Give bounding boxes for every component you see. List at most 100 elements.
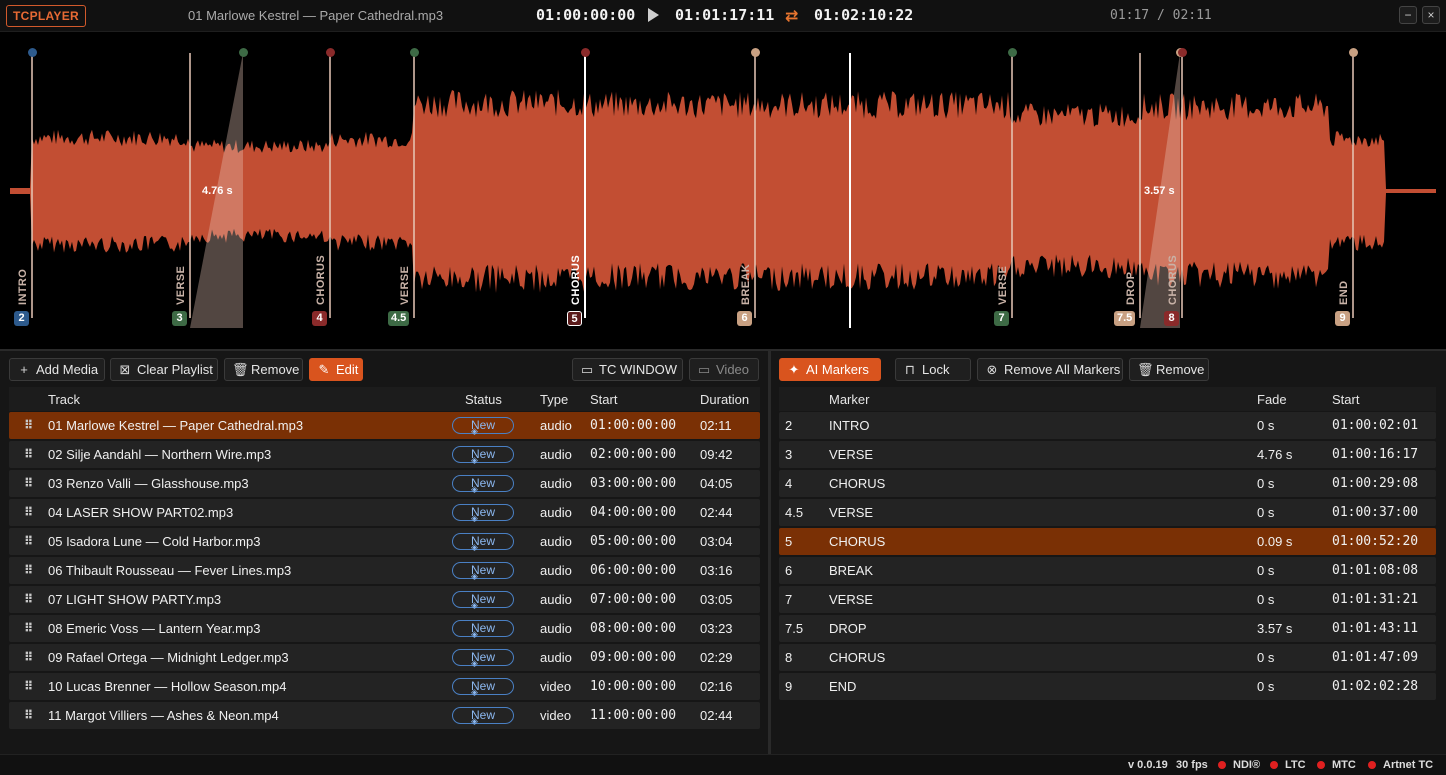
col-type[interactable]: Type: [540, 392, 568, 407]
marker-handle[interactable]: [581, 48, 590, 57]
loop-icon[interactable]: ⇄: [785, 6, 798, 26]
ndi-label[interactable]: NDI®: [1233, 759, 1260, 771]
playlist-row[interactable]: ⠿ 09 Rafael Ortega — Midnight Ledger.mp3 a…: [9, 644, 760, 671]
cell-start: 11:00:00:00: [590, 708, 677, 723]
cell-marker-start: 01:00:29:08: [1332, 476, 1419, 491]
drag-handle-icon[interactable]: ⠿: [24, 534, 33, 548]
marker-handle[interactable]: [1349, 48, 1358, 57]
drag-handle-icon[interactable]: ⠿: [24, 621, 33, 635]
marker-handle[interactable]: [326, 48, 335, 57]
marker-badge[interactable]: 7: [994, 311, 1009, 326]
video-button[interactable]: ▭ Video: [689, 358, 759, 381]
drag-handle-icon[interactable]: ⠿: [24, 592, 33, 606]
remove-marker-button[interactable]: 🗑 Remove: [1129, 358, 1209, 381]
playlist-row[interactable]: ⠿ 08 Emeric Voss — Lantern Year.mp3 audio 0…: [9, 615, 760, 642]
cell-type: audio: [540, 505, 572, 520]
cell-marker-fade: 0 s: [1257, 679, 1275, 694]
marker-handle[interactable]: [28, 48, 37, 57]
playlist-row[interactable]: ⠿ 02 Silje Aandahl — Northern Wire.mp3 aud…: [9, 441, 760, 468]
marker-row[interactable]: 3 VERSE 4.76 s 01:00:16:17: [779, 441, 1436, 468]
timecode-out[interactable]: 01:02:10:22: [814, 6, 913, 24]
playlist-row[interactable]: ⠿ 04 LASER SHOW PART02.mp3 audio 04:00:00:0…: [9, 499, 760, 526]
playlist-row[interactable]: ⠿ 10 Lucas Brenner — Hollow Season.mp4 vid…: [9, 673, 760, 700]
playlist-row[interactable]: ⠿ 03 Renzo Valli — Glasshouse.mp3 audio 03:…: [9, 470, 760, 497]
col-status[interactable]: Status: [465, 392, 502, 407]
col-duration[interactable]: Duration: [700, 392, 749, 407]
marker-badge[interactable]: 8: [1164, 311, 1179, 326]
timecode-in[interactable]: 01:00:00:00: [536, 6, 635, 24]
artnet-label[interactable]: Artnet TC: [1383, 759, 1433, 771]
playlist-row[interactable]: ⠿ 01 Marlowe Kestrel — Paper Cathedral.mp…: [9, 412, 760, 439]
marker-handle[interactable]: [1178, 48, 1187, 57]
remove-track-button[interactable]: 🗑 Remove: [224, 358, 303, 381]
cell-duration: 03:05: [700, 592, 733, 607]
minimize-button[interactable]: −: [1399, 6, 1417, 24]
playlist-row[interactable]: ⠿ 06 Thibault Rousseau — Fever Lines.mp3 a…: [9, 557, 760, 584]
drag-handle-icon[interactable]: ⠿: [24, 418, 33, 432]
cell-start: 08:00:00:00: [590, 621, 677, 636]
cell-track: 09 Rafael Ortega — Midnight Ledger.mp3: [48, 650, 289, 665]
drag-handle-icon[interactable]: ⠿: [24, 505, 33, 519]
ltc-label[interactable]: LTC: [1285, 759, 1306, 771]
marker-badge[interactable]: 3: [172, 311, 187, 326]
ai-markers-button[interactable]: ✦ AI Markers: [779, 358, 881, 381]
cell-marker-start: 01:00:52:20: [1332, 534, 1419, 549]
cell-type: audio: [540, 592, 572, 607]
cell-duration: 09:42: [700, 447, 733, 462]
playlist-row[interactable]: ⠿ 05 Isadora Lune — Cold Harbor.mp3 audio 0…: [9, 528, 760, 555]
drag-handle-icon[interactable]: ⠿: [24, 447, 33, 461]
marker-badge[interactable]: 4: [312, 311, 327, 326]
cell-marker-fade: 0 s: [1257, 592, 1275, 607]
marker-badge[interactable]: 6: [737, 311, 752, 326]
cell-marker-start: 01:01:08:08: [1332, 563, 1419, 578]
mtc-label[interactable]: MTC: [1332, 759, 1356, 771]
marker-badge[interactable]: 4.5: [388, 311, 410, 326]
marker-row[interactable]: 7.5 DROP 3.57 s 01:01:43:11: [779, 615, 1436, 642]
marker-handle[interactable]: [751, 48, 760, 57]
drag-handle-icon[interactable]: ⠿: [24, 708, 33, 722]
marker-row[interactable]: 6 BREAK 0 s 01:01:08:08: [779, 557, 1436, 584]
drag-handle-icon[interactable]: ⠿: [24, 679, 33, 693]
edit-button[interactable]: ✎ Edit: [309, 358, 363, 381]
drag-handle-icon[interactable]: ⠿: [24, 476, 33, 490]
add-media-button[interactable]: + Add Media: [9, 358, 105, 381]
marker-handle[interactable]: [1008, 48, 1017, 57]
lock-button[interactable]: ⊓ Lock: [895, 358, 971, 381]
marker-row[interactable]: 8 CHORUS 0 s 01:01:47:09: [779, 644, 1436, 671]
marker-row[interactable]: 4 CHORUS 0 s 01:00:29:08: [779, 470, 1436, 497]
cell-duration: 02:11: [700, 418, 732, 433]
playlist-row[interactable]: ⠿ 11 Margot Villiers — Ashes & Neon.mp4 vi…: [9, 702, 760, 729]
col-start[interactable]: Start: [590, 392, 617, 407]
waveform-panel[interactable]: INTRO 2 VERSE 3 CHORUS 4 VERSE 4.5 CHORUS 5 BREAK 6…: [0, 33, 1446, 349]
cell-start: 03:00:00:00: [590, 476, 677, 491]
marker-badge[interactable]: 5: [567, 311, 582, 326]
marker-badge[interactable]: 9: [1335, 311, 1350, 326]
marker-row[interactable]: 7 VERSE 0 s 01:01:31:21: [779, 586, 1436, 613]
marker-row[interactable]: 2 INTRO 0 s 01:00:02:01: [779, 412, 1436, 439]
marker-badge[interactable]: 2: [14, 311, 29, 326]
playlist-row[interactable]: ⠿ 07 LIGHT SHOW PARTY.mp3 audio 07:00:00:00…: [9, 586, 760, 613]
remove-all-markers-button[interactable]: ⊗ Remove All Markers: [977, 358, 1123, 381]
drag-handle-icon[interactable]: ⠿: [24, 650, 33, 664]
close-button[interactable]: ×: [1422, 6, 1440, 24]
drag-handle-icon[interactable]: ⠿: [24, 563, 33, 577]
marker-handle[interactable]: [239, 48, 248, 57]
marker-row[interactable]: 4.5 VERSE 0 s 01:00:37:00: [779, 499, 1436, 526]
video-camera-icon: ▭: [697, 362, 711, 377]
col-track[interactable]: Track: [48, 392, 80, 407]
cube-icon: ◈: [470, 658, 478, 668]
marker-badge[interactable]: 7.5: [1114, 311, 1136, 326]
play-icon[interactable]: [648, 8, 659, 22]
col-marker[interactable]: Marker: [829, 392, 869, 407]
clear-box-icon: ⊠: [119, 362, 131, 377]
markers-panel: ✦ AI Markers ⊓ Lock ⊗ Remove All Markers 🗑 R…: [771, 351, 1446, 754]
tc-window-button[interactable]: ▭ TC WINDOW: [572, 358, 683, 381]
marker-handle[interactable]: [410, 48, 419, 57]
clear-playlist-button[interactable]: ⊠ Clear Playlist: [110, 358, 218, 381]
cell-start: 06:00:00:00: [590, 563, 677, 578]
marker-row[interactable]: 5 CHORUS 0.09 s 01:00:52:20: [779, 528, 1436, 555]
status-badge: ◈ New: [452, 562, 514, 581]
col-fade[interactable]: Fade: [1257, 392, 1287, 407]
marker-row[interactable]: 9 END 0 s 01:02:02:28: [779, 673, 1436, 700]
col-marker-start[interactable]: Start: [1332, 392, 1359, 407]
